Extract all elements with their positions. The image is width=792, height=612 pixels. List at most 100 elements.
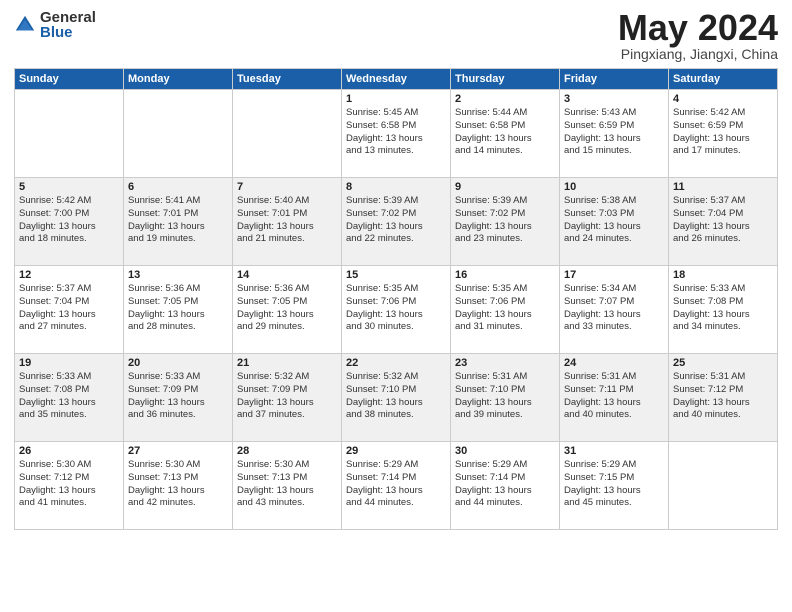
table-row: 9 Sunrise: 5:39 AM Sunset: 7:02 PM Daylig… xyxy=(451,178,560,266)
day-number: 13 xyxy=(128,269,228,281)
day-info: Sunrise: 5:37 AM Sunset: 7:04 PM Dayligh… xyxy=(673,195,773,246)
day-number: 11 xyxy=(673,181,773,193)
day-number: 10 xyxy=(564,181,664,193)
table-row: 5 Sunrise: 5:42 AM Sunset: 7:00 PM Daylig… xyxy=(15,178,124,266)
day-info: Sunrise: 5:34 AM Sunset: 7:07 PM Dayligh… xyxy=(564,283,664,334)
table-row: 6 Sunrise: 5:41 AM Sunset: 7:01 PM Daylig… xyxy=(124,178,233,266)
calendar-body: 1 Sunrise: 5:45 AM Sunset: 6:58 PM Daylig… xyxy=(15,90,778,530)
logo-blue-text: Blue xyxy=(40,25,96,40)
day-number: 8 xyxy=(346,181,446,193)
table-row: 25 Sunrise: 5:31 AM Sunset: 7:12 PM Dayli… xyxy=(669,354,778,442)
day-number: 20 xyxy=(128,357,228,369)
title-location: Pingxiang, Jiangxi, China xyxy=(618,46,778,62)
day-number: 23 xyxy=(455,357,555,369)
day-number: 18 xyxy=(673,269,773,281)
table-row: 8 Sunrise: 5:39 AM Sunset: 7:02 PM Daylig… xyxy=(342,178,451,266)
col-wednesday: Wednesday xyxy=(342,69,451,90)
logo: General Blue xyxy=(14,10,96,40)
day-info: Sunrise: 5:31 AM Sunset: 7:12 PM Dayligh… xyxy=(673,371,773,422)
calendar-row: 19Sunrise: 5:33 AM Sunset: 7:08 PM Dayli… xyxy=(15,354,778,442)
table-row: 18 Sunrise: 5:33 AM Sunset: 7:08 PM Dayli… xyxy=(669,266,778,354)
logo-text: General Blue xyxy=(40,10,96,40)
day-info: Sunrise: 5:36 AM Sunset: 7:05 PM Dayligh… xyxy=(237,283,337,334)
day-info: Sunrise: 5:30 AM Sunset: 7:13 PM Dayligh… xyxy=(128,459,228,510)
day-info: Sunrise: 5:30 AM Sunset: 7:12 PM Dayligh… xyxy=(19,459,119,510)
day-number: 3 xyxy=(564,93,664,105)
day-info: Sunrise: 5:29 AM Sunset: 7:15 PM Dayligh… xyxy=(564,459,664,510)
table-row: 26 Sunrise: 5:30 AM Sunset: 7:12 PM Dayli… xyxy=(15,442,124,530)
day-number: 28 xyxy=(237,445,337,457)
day-number: 31 xyxy=(564,445,664,457)
day-info: Sunrise: 5:31 AM Sunset: 7:10 PM Dayligh… xyxy=(455,371,555,422)
day-number: 4 xyxy=(673,93,773,105)
day-info: Sunrise: 5:44 AM Sunset: 6:58 PM Dayligh… xyxy=(455,107,555,158)
day-number: 25 xyxy=(673,357,773,369)
day-number: 6 xyxy=(128,181,228,193)
day-info: Sunrise: 5:32 AM Sunset: 7:09 PM Dayligh… xyxy=(237,371,337,422)
day-info: Sunrise: 5:30 AM Sunset: 7:13 PM Dayligh… xyxy=(237,459,337,510)
day-number: 24 xyxy=(564,357,664,369)
day-number: 7 xyxy=(237,181,337,193)
table-row: 11 Sunrise: 5:37 AM Sunset: 7:04 PM Dayli… xyxy=(669,178,778,266)
day-number: 5 xyxy=(19,181,119,193)
day-number: 30 xyxy=(455,445,555,457)
table-row: 21 Sunrise: 5:32 AM Sunset: 7:09 PM Dayli… xyxy=(233,354,342,442)
day-info: Sunrise: 5:36 AM Sunset: 7:05 PM Dayligh… xyxy=(128,283,228,334)
table-row xyxy=(15,90,124,178)
day-number: 29 xyxy=(346,445,446,457)
day-number: 26 xyxy=(19,445,119,457)
day-info: Sunrise: 5:42 AM Sunset: 6:59 PM Dayligh… xyxy=(673,107,773,158)
day-number: 16 xyxy=(455,269,555,281)
calendar-row: 26 Sunrise: 5:30 AM Sunset: 7:12 PM Dayli… xyxy=(15,442,778,530)
page: General Blue May 2024 Pingxiang, Jiangxi… xyxy=(0,0,792,612)
day-number: 12 xyxy=(19,269,119,281)
day-info: Sunrise: 5:33 AM Sunset: 7:08 PM Dayligh… xyxy=(673,283,773,334)
day-info: Sunrise: 5:43 AM Sunset: 6:59 PM Dayligh… xyxy=(564,107,664,158)
title-month: May 2024 xyxy=(618,10,778,46)
day-info: Sunrise: 5:42 AM Sunset: 7:00 PM Dayligh… xyxy=(19,195,119,246)
day-number: 9 xyxy=(455,181,555,193)
day-number: 21 xyxy=(237,357,337,369)
title-block: May 2024 Pingxiang, Jiangxi, China xyxy=(618,10,778,62)
table-row: 22Sunrise: 5:32 AM Sunset: 7:10 PM Dayli… xyxy=(342,354,451,442)
col-sunday: Sunday xyxy=(15,69,124,90)
day-info: Sunrise: 5:40 AM Sunset: 7:01 PM Dayligh… xyxy=(237,195,337,246)
day-info: Sunrise: 5:33 AM Sunset: 7:08 PM Dayligh… xyxy=(19,371,119,422)
day-info: Sunrise: 5:37 AM Sunset: 7:04 PM Dayligh… xyxy=(19,283,119,334)
calendar-row: 5 Sunrise: 5:42 AM Sunset: 7:00 PM Daylig… xyxy=(15,178,778,266)
day-info: Sunrise: 5:33 AM Sunset: 7:09 PM Dayligh… xyxy=(128,371,228,422)
table-row: 14 Sunrise: 5:36 AM Sunset: 7:05 PM Dayli… xyxy=(233,266,342,354)
day-info: Sunrise: 5:35 AM Sunset: 7:06 PM Dayligh… xyxy=(346,283,446,334)
day-number: 2 xyxy=(455,93,555,105)
day-info: Sunrise: 5:41 AM Sunset: 7:01 PM Dayligh… xyxy=(128,195,228,246)
table-row: 10Sunrise: 5:38 AM Sunset: 7:03 PM Dayli… xyxy=(560,178,669,266)
day-info: Sunrise: 5:35 AM Sunset: 7:06 PM Dayligh… xyxy=(455,283,555,334)
day-number: 1 xyxy=(346,93,446,105)
header: General Blue May 2024 Pingxiang, Jiangxi… xyxy=(14,10,778,62)
table-row: 17 Sunrise: 5:34 AM Sunset: 7:07 PM Dayli… xyxy=(560,266,669,354)
table-row: 4 Sunrise: 5:42 AM Sunset: 6:59 PM Daylig… xyxy=(669,90,778,178)
logo-icon xyxy=(14,14,36,36)
day-info: Sunrise: 5:39 AM Sunset: 7:02 PM Dayligh… xyxy=(346,195,446,246)
table-row: 19Sunrise: 5:33 AM Sunset: 7:08 PM Dayli… xyxy=(15,354,124,442)
table-row: 13 Sunrise: 5:36 AM Sunset: 7:05 PM Dayli… xyxy=(124,266,233,354)
table-row: 27Sunrise: 5:30 AM Sunset: 7:13 PM Dayli… xyxy=(124,442,233,530)
table-row xyxy=(124,90,233,178)
day-number: 17 xyxy=(564,269,664,281)
day-info: Sunrise: 5:45 AM Sunset: 6:58 PM Dayligh… xyxy=(346,107,446,158)
day-info: Sunrise: 5:29 AM Sunset: 7:14 PM Dayligh… xyxy=(455,459,555,510)
table-row: 3 Sunrise: 5:43 AM Sunset: 6:59 PM Daylig… xyxy=(560,90,669,178)
table-row: 30 Sunrise: 5:29 AM Sunset: 7:14 PM Dayli… xyxy=(451,442,560,530)
table-row: 28 Sunrise: 5:30 AM Sunset: 7:13 PM Dayli… xyxy=(233,442,342,530)
table-row: 12 Sunrise: 5:37 AM Sunset: 7:04 PM Dayli… xyxy=(15,266,124,354)
calendar-row: 1 Sunrise: 5:45 AM Sunset: 6:58 PM Daylig… xyxy=(15,90,778,178)
table-row: 15Sunrise: 5:35 AM Sunset: 7:06 PM Dayli… xyxy=(342,266,451,354)
day-info: Sunrise: 5:31 AM Sunset: 7:11 PM Dayligh… xyxy=(564,371,664,422)
calendar-row: 12 Sunrise: 5:37 AM Sunset: 7:04 PM Dayli… xyxy=(15,266,778,354)
table-row: 16 Sunrise: 5:35 AM Sunset: 7:06 PM Dayli… xyxy=(451,266,560,354)
table-row: 1 Sunrise: 5:45 AM Sunset: 6:58 PM Daylig… xyxy=(342,90,451,178)
day-number: 14 xyxy=(237,269,337,281)
day-info: Sunrise: 5:39 AM Sunset: 7:02 PM Dayligh… xyxy=(455,195,555,246)
table-row: 24 Sunrise: 5:31 AM Sunset: 7:11 PM Dayli… xyxy=(560,354,669,442)
col-saturday: Saturday xyxy=(669,69,778,90)
